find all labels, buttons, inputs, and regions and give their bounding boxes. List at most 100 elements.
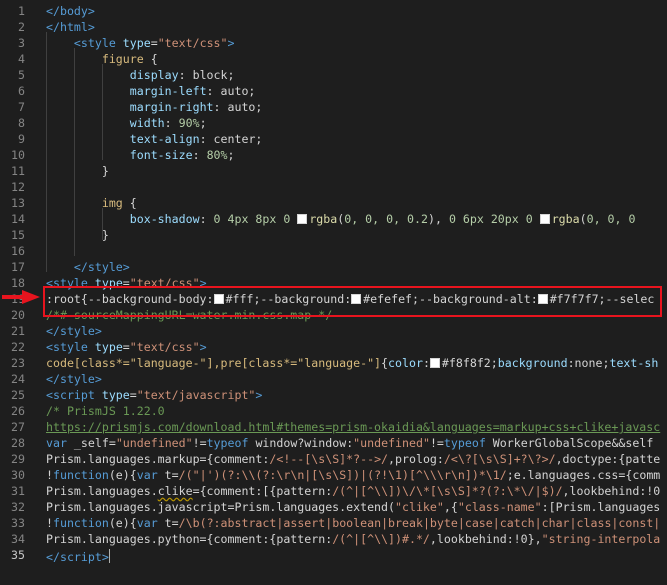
- code-token: :: [199, 212, 214, 226]
- code-token: type: [101, 388, 130, 402]
- code-line[interactable]: 30 !function(e){var t=/("|')(?:\\(?:\r\n|…: [0, 467, 667, 483]
- code-token: /(^|[^\\])#.*/: [332, 532, 430, 546]
- code-token: </style>: [46, 324, 102, 338]
- code-token: >: [227, 36, 235, 50]
- line-number: 22: [11, 340, 25, 354]
- code-line[interactable]: 31 Prism.languages.clike={comment:[{patte…: [0, 483, 667, 499]
- code-token: #f8f8f2;: [441, 356, 498, 370]
- code-token: 0, 0, 0: [586, 212, 636, 226]
- code-text: box-shadow: 0 4px 8px 0 rgba(0, 0, 0, 0.…: [46, 211, 636, 227]
- code-token: display: [129, 68, 179, 82]
- code-token: /("|')(?:\\(?:\r\n|[\s\S])|(?!\1)[^\\\r\…: [178, 468, 507, 482]
- line-number: 4: [18, 52, 25, 66]
- code-editor[interactable]: 1 </body> 2 </html> 3 <style type="text/css"…: [0, 0, 667, 585]
- code-token: :[Prism.languages: [541, 500, 661, 514]
- code-token: : auto;: [206, 84, 256, 98]
- code-text: <style type="text/css">: [46, 35, 235, 51]
- code-token: WorkerGlobalScope&&self: [485, 436, 654, 450]
- code-token: t=: [157, 468, 179, 482]
- color-swatch-icon[interactable]: [297, 214, 308, 224]
- code-text: </script>: [46, 547, 110, 565]
- code-line[interactable]: 11 }: [0, 163, 667, 179]
- code-line[interactable]: 1 </body>: [0, 3, 667, 19]
- code-line[interactable]: 12: [0, 179, 667, 195]
- code-line[interactable]: 27 https://prismjs.com/download.html#them…: [0, 419, 667, 435]
- code-text: text-align: center;: [46, 131, 263, 147]
- code-line[interactable]: 28 var _self="undefined"!=typeof window?w…: [0, 435, 667, 451]
- code-text: </html>: [46, 19, 95, 35]
- code-line[interactable]: 17 </style>: [0, 259, 667, 275]
- code-line[interactable]: 22 <style type="text/css">: [0, 339, 667, 355]
- code-token: text-align: [129, 132, 200, 146]
- code-line[interactable]: 10 font-size: 80%;: [0, 147, 667, 163]
- color-swatch-icon[interactable]: [539, 214, 550, 224]
- code-line[interactable]: 21 </style>: [0, 323, 667, 339]
- code-token: "text/css": [129, 340, 200, 354]
- code-text: }: [46, 227, 109, 243]
- code-token: /<!--[\s\S]*?-->/: [269, 452, 389, 466]
- line-number: 18: [11, 276, 25, 290]
- code-line[interactable]: 3 <style type="text/css">: [0, 35, 667, 51]
- code-token: !: [46, 516, 53, 530]
- line-number: 8: [18, 116, 25, 130]
- code-line[interactable]: 16: [0, 243, 667, 259]
- code-text: </style>: [46, 323, 102, 339]
- code-line[interactable]: 35 </script>: [0, 547, 667, 565]
- line-number: 2: [18, 20, 25, 34]
- code-line[interactable]: 13 img {: [0, 195, 667, 211]
- code-line[interactable]: 14 box-shadow: 0 4px 8px 0 rgba(0, 0, 0,…: [0, 211, 667, 227]
- code-line[interactable]: 2 </html>: [0, 19, 667, 35]
- code-token: rgba: [309, 212, 338, 226]
- code-line[interactable]: 33 !function(e){var t=/\b(?:abstract|asse…: [0, 515, 667, 531]
- code-line[interactable]: 5 display: block;: [0, 67, 667, 83]
- code-line[interactable]: 24 </style>: [0, 371, 667, 387]
- code-token: typeof: [206, 436, 249, 450]
- code-text: margin-left: auto;: [46, 83, 256, 99]
- code-text: !function(e){var t=/("|')(?:\\(?:\r\n|[\…: [46, 467, 660, 483]
- code-line[interactable]: 29 Prism.languages.markup={comment:/<!--[…: [0, 451, 667, 467]
- code-text: </style>: [46, 371, 102, 387]
- line-number: 34: [11, 532, 25, 546]
- code-line[interactable]: 34 Prism.languages.python={comment:{patte…: [0, 531, 667, 547]
- code-line[interactable]: 4 figure {: [0, 51, 667, 67]
- color-swatch-icon[interactable]: [429, 358, 440, 368]
- line-number: 24: [11, 372, 25, 386]
- code-token: /(^|[^\\])\/\*[\s\S]*?(?:\*\/|$)/: [332, 484, 563, 498]
- code-line[interactable]: 25 <script type="text/javascript">: [0, 387, 667, 403]
- code-line[interactable]: 32 Prism.languages.javascript=Prism.langu…: [0, 499, 667, 515]
- code-line[interactable]: 23 code[class*="language-"],pre[class*="l…: [0, 355, 667, 371]
- code-line[interactable]: 26 /* PrismJS 1.22.0: [0, 403, 667, 419]
- code-token: https://prismjs.com/download.html#themes…: [46, 420, 661, 434]
- code-token: Prism.languages.python={comment:{pattern…: [46, 532, 333, 546]
- code-token: ,{: [443, 500, 458, 514]
- code-line[interactable]: 9 text-align: center;: [0, 131, 667, 147]
- line-number: 13: [11, 196, 25, 210]
- code-token: ,doctype:{patte: [555, 452, 661, 466]
- code-token: _self=: [66, 436, 116, 450]
- code-line[interactable]: 7 margin-right: auto;: [0, 99, 667, 115]
- code-token: var: [46, 436, 67, 450]
- code-line[interactable]: 6 margin-left: auto;: [0, 83, 667, 99]
- line-number: 11: [11, 164, 25, 178]
- code-token: !=: [429, 436, 444, 450]
- code-text: <script type="text/javascript">: [46, 387, 262, 403]
- code-token: : auto;: [213, 100, 263, 114]
- code-line[interactable]: 15 }: [0, 227, 667, 243]
- code-text: /* PrismJS 1.22.0: [46, 403, 165, 419]
- code-line[interactable]: 8 width: 90%;: [0, 115, 667, 131]
- code-token: : center;: [199, 132, 263, 146]
- code-token: >: [255, 388, 263, 402]
- code-token: </html>: [46, 20, 95, 34]
- code-token: function: [52, 468, 109, 482]
- code-token: box-shadow: [129, 212, 200, 226]
- code-token: margin-right: [129, 100, 214, 114]
- code-token: :: [192, 148, 207, 162]
- line-number: 32: [11, 500, 25, 514]
